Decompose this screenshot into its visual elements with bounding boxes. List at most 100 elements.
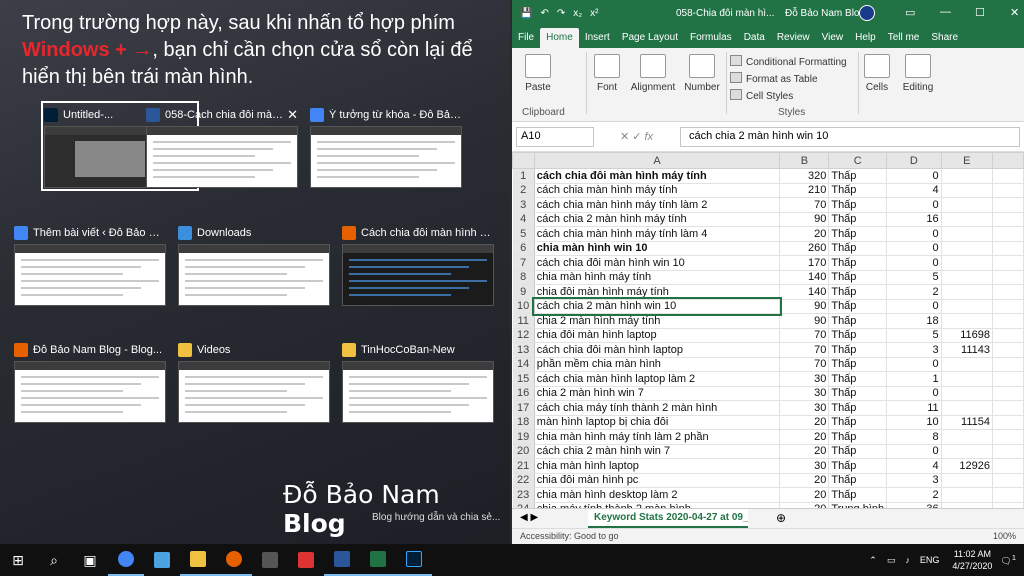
cell-keyword[interactable]: cách chia 2 màn hình win 7 [534,444,781,459]
close-icon[interactable]: ✕ [287,107,298,123]
spreadsheet-grid[interactable]: ABCDE 1 cách chia đôi màn hình máy tính 32… [512,152,1024,517]
cell-volume[interactable]: 30 [779,458,830,474]
cell-volume[interactable]: 140 [779,270,830,285]
cell-keyword[interactable]: cách chia 2 màn hình máy tính [534,212,781,227]
cell-competition[interactable]: Thấp [828,299,888,314]
cell-volume[interactable]: 70 [779,342,830,358]
cell-empty[interactable] [992,284,1024,300]
table-row[interactable]: 23 chia màn hình desktop làm 2 20 Thấp 2 [512,487,1024,503]
table-row[interactable]: 2 cách chia màn hình máy tính 210 Thấp 4 [512,183,1024,198]
cell-extra[interactable] [941,255,994,271]
table-row[interactable]: 22 chia đôi màn hình pc 20 Thấp 3 [512,473,1024,488]
cell-volume[interactable]: 260 [779,241,830,256]
cell-count[interactable]: 0 [886,241,942,256]
table-row[interactable]: 17 cách chia máy tính thành 2 màn hình 30 T… [512,400,1024,416]
excel-taskbar-icon[interactable] [360,544,396,576]
cell-extra[interactable] [941,284,994,300]
row-header[interactable]: 9 [512,284,535,300]
row-header[interactable]: 13 [512,342,535,358]
tab-data[interactable]: Data [738,28,771,48]
cell-empty[interactable] [992,386,1024,401]
cell-competition[interactable]: Thấp [828,371,888,387]
row-header[interactable]: 7 [512,255,535,271]
cell-competition[interactable]: Thấp [828,415,888,430]
cell-empty[interactable] [992,458,1024,474]
cell-keyword[interactable]: cách chia màn hình máy tính làm 2 [534,197,781,213]
cell-keyword[interactable]: chia đôi màn hình pc [534,473,781,488]
volume-icon[interactable]: ♪ [905,555,910,565]
window-thumbnail[interactable]: Đỗ Bảo Nam Blog - Blog... [14,339,166,423]
table-row[interactable]: 4 cách chia 2 màn hình máy tính 90 Thấp 16 [512,212,1024,227]
cell-empty[interactable] [992,168,1024,184]
snip-taskbar-icon[interactable] [288,544,324,576]
cell-competition[interactable]: Thấp [828,168,888,184]
cell-keyword[interactable]: chia màn hình máy tính làm 2 phần [534,429,781,445]
cell-keyword[interactable]: chia 2 màn hình win 7 [534,386,781,401]
fx-icon[interactable]: ✕ ✓ fx [620,130,680,143]
paste-button[interactable]: Paste [520,54,556,93]
row-header[interactable]: 20 [512,444,535,459]
cell-keyword[interactable]: chia đôi màn hình máy tính [534,284,781,300]
cell-count[interactable]: 3 [886,342,942,358]
cell-count[interactable]: 8 [886,429,942,445]
tab-tell-me[interactable]: Tell me [882,28,926,48]
cell-volume[interactable]: 30 [779,386,830,401]
table-row[interactable]: 11 chia 2 màn hình máy tính 90 Thấp 18 [512,313,1024,329]
cell-empty[interactable] [992,299,1024,314]
cell-competition[interactable]: Thấp [828,197,888,213]
excel-window[interactable]: 💾 ↶ ↷ x₂ x² 058-Chia đôi màn hì... Đỗ Bả… [512,0,1024,544]
row-header[interactable]: 17 [512,400,535,416]
table-row[interactable]: 1 cách chia đôi màn hình máy tính 320 Thấp 0 [512,168,1024,184]
cell-count[interactable]: 4 [886,183,942,198]
cell-count[interactable]: 16 [886,212,942,227]
cell-empty[interactable] [992,255,1024,271]
table-row[interactable]: 9 chia đôi màn hình máy tính 140 Thấp 2 [512,284,1024,300]
cell-competition[interactable]: Thấp [828,473,888,488]
table-row[interactable]: 16 chia 2 màn hình win 7 30 Thấp 0 [512,386,1024,401]
cell-competition[interactable]: Thấp [828,255,888,271]
row-header[interactable]: 22 [512,473,535,488]
row-header[interactable]: 18 [512,415,535,430]
row-header[interactable]: 8 [512,270,535,285]
save-icon[interactable]: 💾 [520,8,532,19]
tab-formulas[interactable]: Formulas [684,28,738,48]
cell-competition[interactable]: Thấp [828,241,888,256]
column-header[interactable]: A [533,152,781,169]
word-taskbar-icon[interactable] [324,544,360,576]
tab-file[interactable]: File [512,28,540,48]
cell-competition[interactable]: Thấp [828,487,888,503]
cell-empty[interactable] [992,400,1024,416]
cell-competition[interactable]: Thấp [828,458,888,474]
chrome-taskbar-icon[interactable] [108,544,144,576]
cell-keyword[interactable]: cách chia màn hình laptop làm 2 [534,371,781,387]
cell-volume[interactable]: 20 [779,415,830,430]
photoshop-taskbar-icon[interactable] [396,544,432,576]
cell-count[interactable]: 0 [886,255,942,271]
redo-icon[interactable]: ↷ [557,8,565,19]
cell-competition[interactable]: Thấp [828,313,888,329]
avatar[interactable] [859,5,875,21]
cell-empty[interactable] [992,313,1024,329]
cell-volume[interactable]: 70 [779,328,830,343]
cell-empty[interactable] [992,197,1024,213]
cell-competition[interactable]: Thấp [828,226,888,242]
cell-volume[interactable]: 320 [779,168,830,184]
cell-competition[interactable]: Thấp [828,444,888,459]
cells-button[interactable]: Cells [862,54,892,93]
close-icon[interactable]: ✕ [1010,6,1019,19]
window-thumbnail[interactable]: Thêm bài viết ‹ Đỗ Bảo Na... [14,222,166,306]
firefox-taskbar-icon[interactable] [216,544,252,576]
search-icon[interactable]: ⌕ [36,544,72,576]
cell-extra[interactable] [941,212,994,227]
add-sheet-icon[interactable]: ⊕ [776,511,786,525]
cell-competition[interactable]: Thấp [828,429,888,445]
tab-share[interactable]: Share [925,28,964,48]
sheet-tab[interactable]: Keyword Stats 2020-04-27 at 09_ [588,509,748,528]
cell-competition[interactable]: Thấp [828,400,888,416]
cell-competition[interactable]: Thấp [828,386,888,401]
maximize-icon[interactable]: ☐ [975,6,985,19]
cell-count[interactable]: 3 [886,473,942,488]
cell-volume[interactable]: 90 [779,299,830,314]
name-box[interactable]: A10 [516,126,594,147]
cell-count[interactable]: 2 [886,487,942,503]
